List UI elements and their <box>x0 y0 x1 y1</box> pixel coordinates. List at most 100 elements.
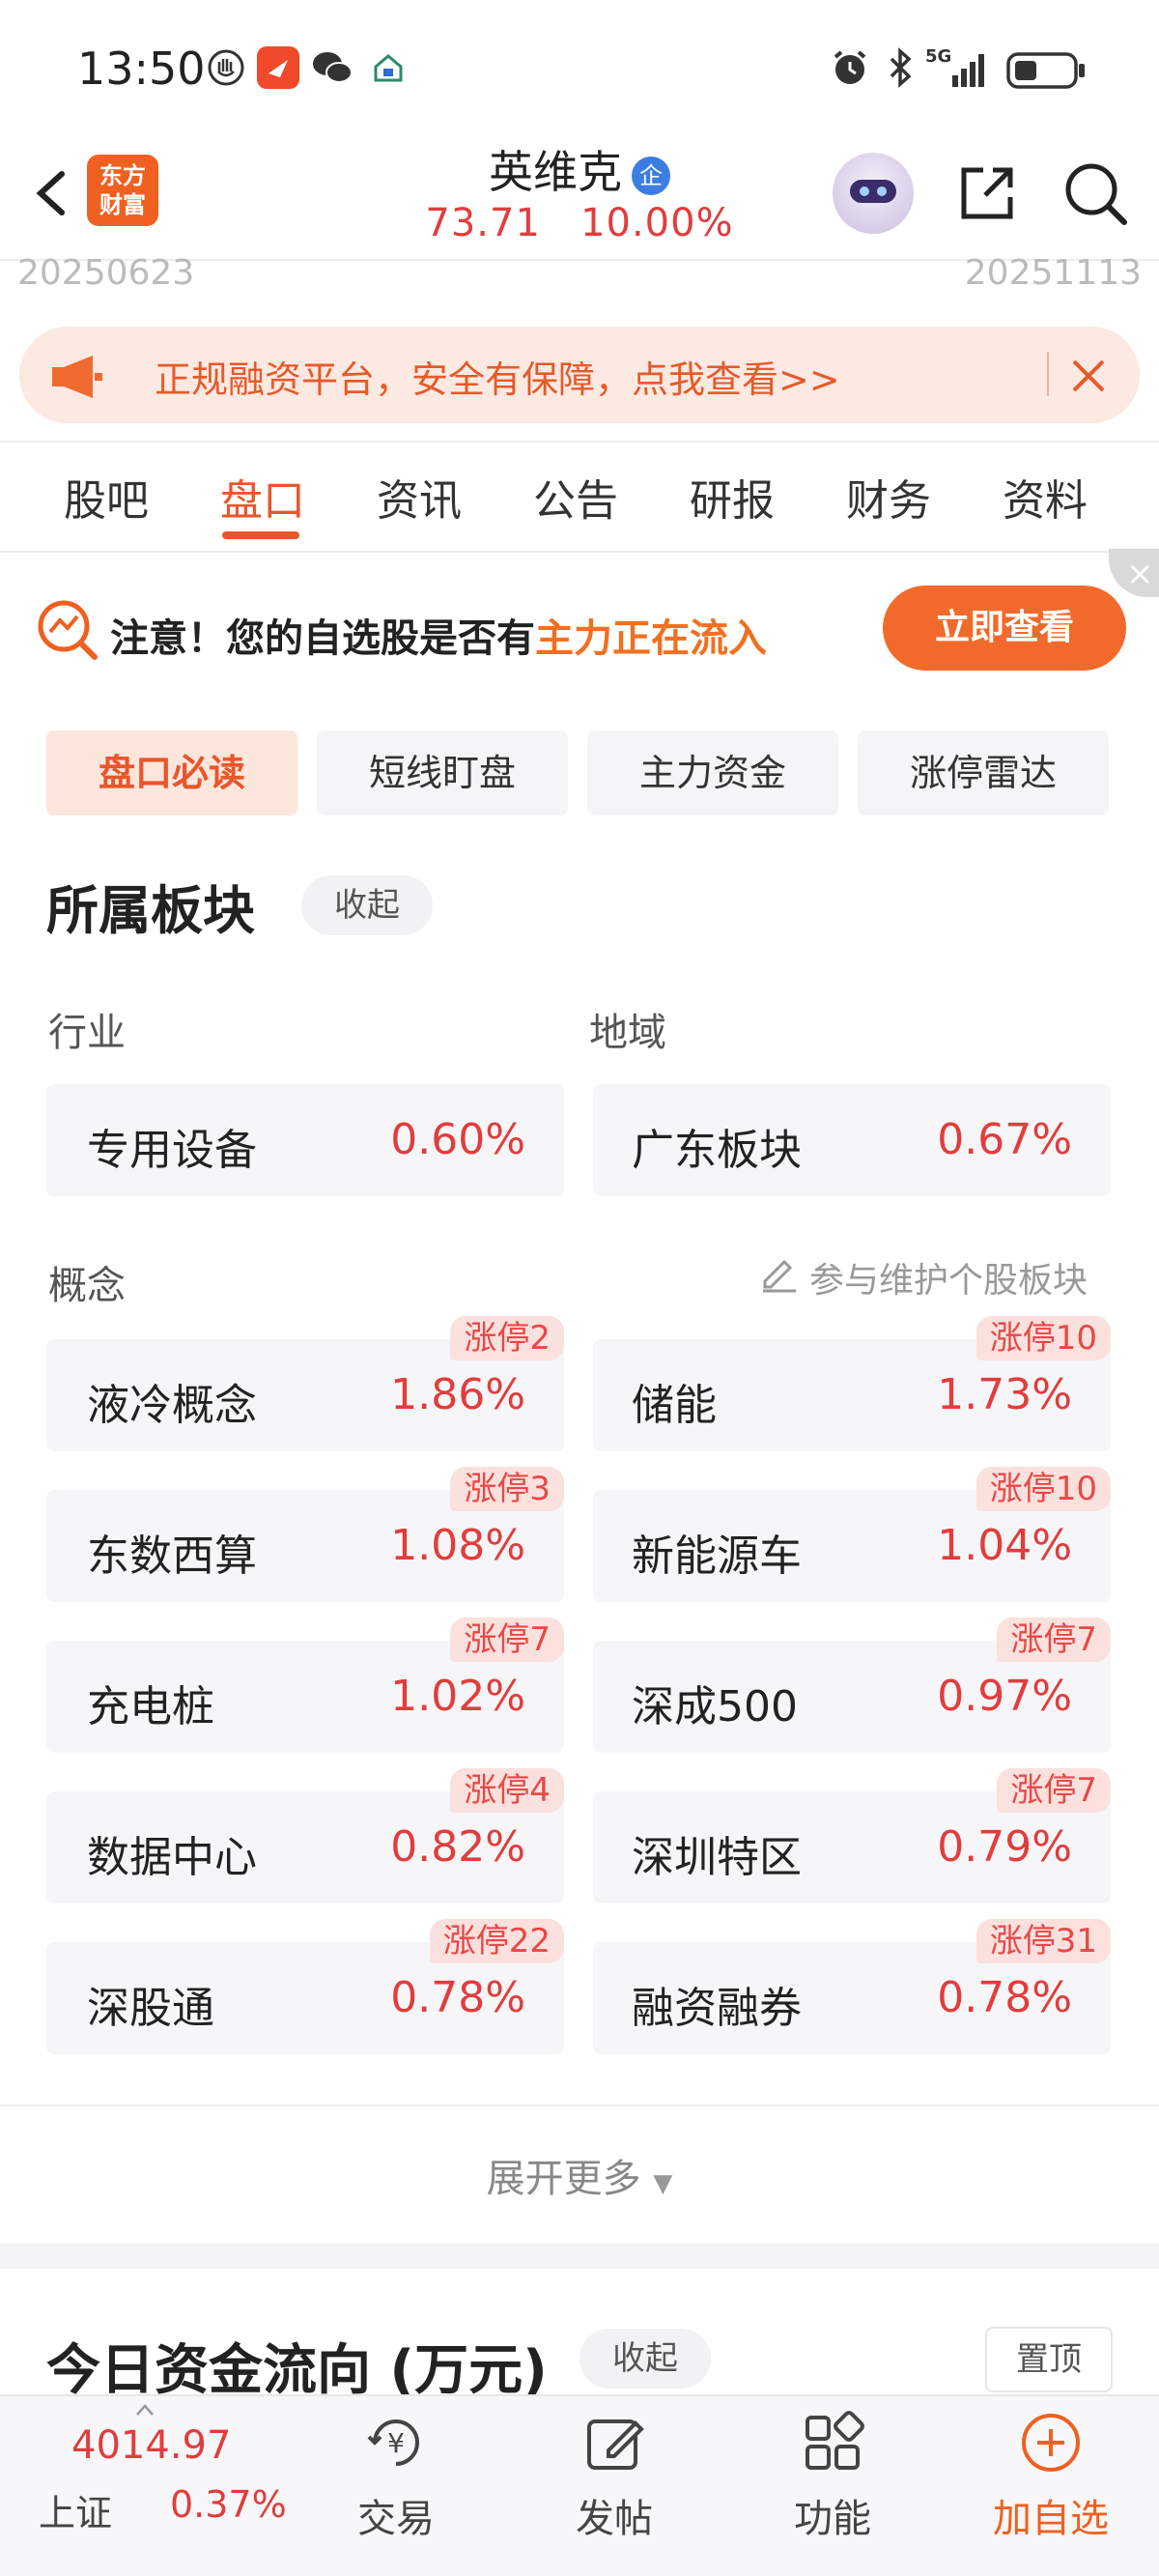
megaphone-icon <box>48 350 106 404</box>
stock-name: 英维克 <box>489 146 622 198</box>
caret-down-icon: ▼ <box>653 2169 673 2198</box>
robot-face-icon <box>850 180 896 203</box>
banner-text[interactable]: 正规融资平台，安全有保障，点我查看>> <box>155 350 840 403</box>
tab-guba[interactable]: 股吧 <box>64 466 149 528</box>
concept-pct: 1.02% <box>390 1672 525 1721</box>
share-icon[interactable] <box>954 160 1020 226</box>
concept-pct: 0.97% <box>937 1672 1072 1721</box>
concept-name: 深股通 <box>87 1984 214 2033</box>
industry-pct: 0.60% <box>390 1115 525 1164</box>
concept-name: 东数西算 <box>87 1531 257 1581</box>
concept-name: 深圳特区 <box>632 1833 802 1882</box>
fund-flow-collapse-button[interactable]: 收起 <box>580 2329 711 2389</box>
limit-up-tag: 涨停3 <box>450 1467 564 1511</box>
tab-research[interactable]: 研报 <box>690 466 775 528</box>
notice-text: 注意！您的自选股是否有主力正在流入 <box>110 607 767 663</box>
5g-signal-icon: 5G <box>925 46 993 91</box>
tab-finance[interactable]: 财务 <box>846 466 931 528</box>
alarm-icon <box>829 46 871 89</box>
limit-up-tag: 涨停7 <box>450 1617 564 1662</box>
sector-title: 所属板块 <box>46 880 255 941</box>
expand-more-label: 展开更多 <box>486 2157 641 2201</box>
fund-flow-title: 今日资金流向 (万元) <box>46 2339 548 2402</box>
index-up-caret-icon <box>135 2402 155 2416</box>
concept-pct: 0.78% <box>390 1973 525 2022</box>
limit-up-tag: 涨停31 <box>975 1919 1111 1963</box>
trade-icon[interactable]: ¥ <box>361 2408 431 2477</box>
concept-pct: 1.04% <box>937 1521 1072 1570</box>
limit-up-tag: 涨停7 <box>997 1768 1111 1813</box>
index-name[interactable]: 上证 <box>39 2483 112 2536</box>
region-label: 地域 <box>589 1011 666 1055</box>
region-name: 广东板块 <box>632 1126 802 1175</box>
concept-name: 储能 <box>632 1381 717 1430</box>
svg-text:¥: ¥ <box>387 2427 405 2459</box>
search-icon[interactable] <box>1060 158 1130 228</box>
section-gap <box>0 2244 1159 2269</box>
index-value[interactable]: 4014.97 <box>71 2423 231 2468</box>
maintain-sector-link[interactable]: 参与维护个股板块 <box>809 1252 1088 1302</box>
limit-up-tag: 涨停22 <box>429 1919 564 1963</box>
edit-icon[interactable] <box>757 1252 800 1295</box>
view-now-button[interactable]: 立即查看 <box>883 586 1126 671</box>
trend-search-icon <box>35 597 100 663</box>
concept-pct: 1.08% <box>390 1521 525 1570</box>
limit-up-tag: 涨停7 <box>997 1617 1111 1662</box>
concept-name: 充电桩 <box>87 1682 214 1732</box>
battery-icon <box>1006 52 1088 89</box>
close-icon: × <box>1126 555 1154 593</box>
tab-news[interactable]: 资讯 <box>377 466 462 528</box>
expand-more-button[interactable]: 展开更多 ▼ <box>0 2147 1159 2203</box>
limit-up-tag: 涨停10 <box>975 1467 1111 1511</box>
banner-separator <box>1047 352 1049 396</box>
chart-start-date: 20250623 <box>17 253 195 293</box>
banner-close-icon[interactable] <box>1062 350 1115 402</box>
concept-name: 数据中心 <box>87 1833 257 1882</box>
subtab-short-term[interactable]: 短线盯盘 <box>317 730 568 816</box>
notice-prefix: 注意！您的自选股是否有 <box>110 616 535 661</box>
subtab-main-funds[interactable]: 主力资金 <box>587 730 838 816</box>
notice-highlight: 主力正在流入 <box>535 616 767 661</box>
add-watchlist-icon[interactable] <box>1016 2408 1086 2477</box>
wechat-icon <box>311 46 353 89</box>
industry-label: 行业 <box>48 1011 126 1055</box>
index-pct[interactable]: 0.37% <box>170 2483 287 2526</box>
trade-label[interactable]: 交易 <box>328 2487 464 2543</box>
compose-icon[interactable] <box>580 2408 649 2477</box>
active-tab-underline <box>222 531 299 539</box>
tab-pankou[interactable]: 盘口 <box>220 466 305 528</box>
pin-top-button[interactable]: 置顶 <box>985 2327 1113 2392</box>
concept-pct: 1.86% <box>390 1370 525 1419</box>
functions-label[interactable]: 功能 <box>765 2487 900 2543</box>
compose-label[interactable]: 发帖 <box>547 2487 682 2543</box>
region-pct: 0.67% <box>937 1115 1072 1164</box>
industry-name: 专用设备 <box>87 1126 257 1175</box>
chart-end-date: 20251113 <box>964 253 1142 293</box>
subtab-limit-up-radar[interactable]: 涨停雷达 <box>858 730 1109 816</box>
feishu-icon <box>257 46 299 89</box>
concept-name: 深成500 <box>632 1682 798 1732</box>
limit-up-tag: 涨停2 <box>450 1316 564 1360</box>
subtab-must-read[interactable]: 盘口必读 <box>46 730 297 816</box>
concept-name: 液冷概念 <box>87 1381 257 1430</box>
concept-pct: 0.78% <box>937 1973 1072 2022</box>
concept-name: 融资融券 <box>632 1984 802 2033</box>
concept-pct: 1.73% <box>937 1370 1072 1419</box>
concept-name: 新能源车 <box>632 1531 802 1581</box>
stock-change-pct: 10.00% <box>580 201 734 245</box>
grid-icon[interactable] <box>798 2408 867 2477</box>
notice-close-button[interactable]: × <box>1109 549 1159 597</box>
section-divider <box>0 2104 1159 2106</box>
concept-pct: 0.79% <box>937 1822 1072 1872</box>
bluetooth-icon <box>879 46 921 89</box>
add-watchlist-label[interactable]: 加自选 <box>983 2487 1118 2543</box>
home-icon <box>367 46 410 89</box>
status-time: 13:50 <box>77 43 206 95</box>
tab-announcements[interactable]: 公告 <box>533 466 618 528</box>
limit-up-tag: 涨停10 <box>975 1316 1111 1360</box>
enterprise-badge: 企 <box>632 156 670 195</box>
tab-profile[interactable]: 资料 <box>1003 466 1088 528</box>
stock-price: 73.71 <box>425 201 541 245</box>
sector-collapse-button[interactable]: 收起 <box>301 875 433 935</box>
concept-label: 概念 <box>48 1264 126 1308</box>
